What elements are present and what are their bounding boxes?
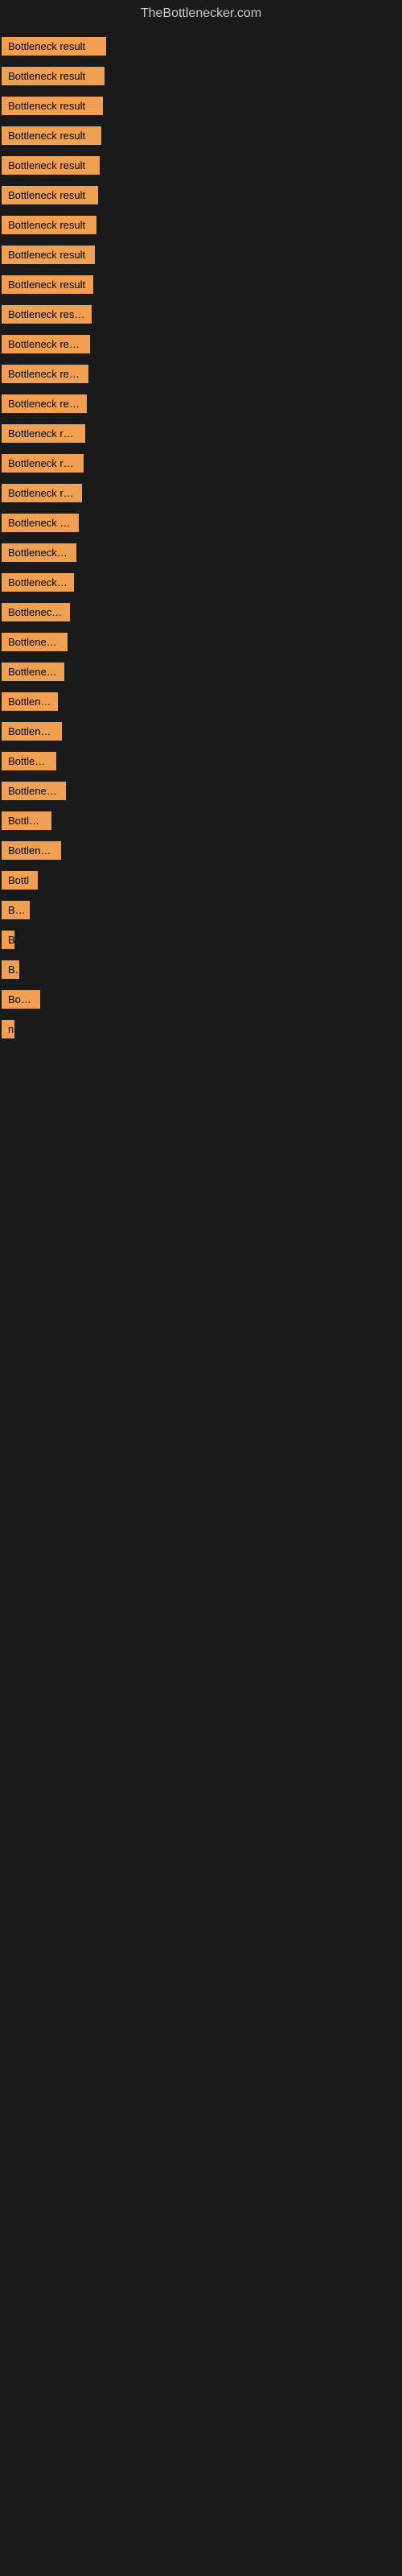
bottleneck-badge[interactable]: Bottleneck re xyxy=(2,841,61,860)
bottleneck-badge[interactable]: Bottleneck result xyxy=(2,514,79,532)
list-item: Bottleneck result xyxy=(2,419,400,448)
bottleneck-badge[interactable]: Bottleneck result xyxy=(2,216,96,234)
list-item: B xyxy=(2,926,400,954)
list-item: Bottleneck result xyxy=(2,151,400,180)
bottleneck-badge[interactable]: Bottle xyxy=(2,990,40,1009)
list-item: Bottleneck result xyxy=(2,32,400,60)
bottleneck-badge[interactable]: Bottleneck result xyxy=(2,246,95,264)
list-item: Bottleneck result xyxy=(2,270,400,299)
list-item: Bottleneck result xyxy=(2,539,400,567)
bottleneck-badge[interactable]: Bottleneck result xyxy=(2,156,100,175)
list-item: Bottleneck xyxy=(2,687,400,716)
bottleneck-badge[interactable]: Bottleneck re xyxy=(2,663,64,681)
items-container: Bottleneck result Bottleneck result Bottle… xyxy=(0,27,402,1048)
list-item: Bottleneck result xyxy=(2,568,400,597)
list-item: Bottleneck re xyxy=(2,836,400,865)
bottleneck-badge[interactable]: Bottleneck result xyxy=(2,543,76,562)
list-item: Bottleneck res xyxy=(2,598,400,626)
bottleneck-badge[interactable]: Bottleneck result xyxy=(2,126,101,145)
list-item: Bottleneck result xyxy=(2,62,400,90)
list-item: Bottleneck result xyxy=(2,122,400,150)
list-item: Bottleneck result xyxy=(2,300,400,328)
bottleneck-badge[interactable]: B xyxy=(2,931,14,949)
bottleneck-badge[interactable]: Bottl xyxy=(2,871,38,890)
bottleneck-badge[interactable]: Bottleneck result xyxy=(2,424,85,443)
bottleneck-badge[interactable]: Bottleneck re xyxy=(2,722,62,741)
list-item: Bottleneck result xyxy=(2,360,400,388)
bottleneck-badge[interactable]: Bottleneck result xyxy=(2,335,90,353)
bottleneck-badge[interactable]: Bottleneck result xyxy=(2,484,82,502)
list-item: Bo xyxy=(2,956,400,984)
list-item: Bottleneck result xyxy=(2,330,400,358)
list-item: Bottleneck result xyxy=(2,449,400,477)
list-item: Bottleneck result xyxy=(2,211,400,239)
bottleneck-badge[interactable]: Bottleneck result xyxy=(2,37,106,56)
list-item: Bottleneck re xyxy=(2,717,400,745)
bottleneck-badge[interactable]: Bot xyxy=(2,901,30,919)
list-item: Bottlenec xyxy=(2,807,400,835)
bottleneck-badge[interactable]: Bottleneck r xyxy=(2,752,56,770)
list-item: Bottleneck re xyxy=(2,658,400,686)
bottleneck-badge[interactable]: Bottleneck result xyxy=(2,633,68,651)
bottleneck-badge[interactable]: Bottleneck result xyxy=(2,394,87,413)
list-item: Bottleneck result xyxy=(2,509,400,537)
bottleneck-badge[interactable]: Bo xyxy=(2,960,19,979)
bottleneck-badge[interactable]: Bottleneck resu xyxy=(2,782,66,800)
list-item: Bottleneck result xyxy=(2,241,400,269)
list-item: Bottleneck result xyxy=(2,479,400,507)
list-item: Bottleneck result xyxy=(2,628,400,656)
bottleneck-badge[interactable]: Bottleneck result xyxy=(2,365,88,383)
bottleneck-badge[interactable]: Bottleneck result xyxy=(2,275,93,294)
bottleneck-badge[interactable]: Bottleneck res xyxy=(2,603,70,621)
list-item: Bottl xyxy=(2,866,400,894)
list-item: Bot xyxy=(2,896,400,924)
list-item: n xyxy=(2,1015,400,1043)
bottleneck-badge[interactable]: Bottleneck result xyxy=(2,67,105,85)
bottleneck-badge[interactable]: Bottleneck result xyxy=(2,573,74,592)
bottleneck-badge[interactable]: Bottleneck xyxy=(2,692,58,711)
list-item: Bottleneck resu xyxy=(2,777,400,805)
list-item: Bottleneck r xyxy=(2,747,400,775)
list-item: Bottleneck result xyxy=(2,92,400,120)
site-title: TheBottlenecker.com xyxy=(0,0,402,27)
bottleneck-badge[interactable]: n xyxy=(2,1020,14,1038)
list-item: Bottleneck result xyxy=(2,181,400,209)
bottleneck-badge[interactable]: Bottleneck result xyxy=(2,186,98,204)
bottleneck-badge[interactable]: Bottleneck result xyxy=(2,305,92,324)
list-item: Bottle xyxy=(2,985,400,1013)
bottleneck-badge[interactable]: Bottleneck result xyxy=(2,454,84,473)
bottleneck-badge[interactable]: Bottleneck result xyxy=(2,97,103,115)
bottleneck-badge[interactable]: Bottlenec xyxy=(2,811,51,830)
list-item: Bottleneck result xyxy=(2,390,400,418)
